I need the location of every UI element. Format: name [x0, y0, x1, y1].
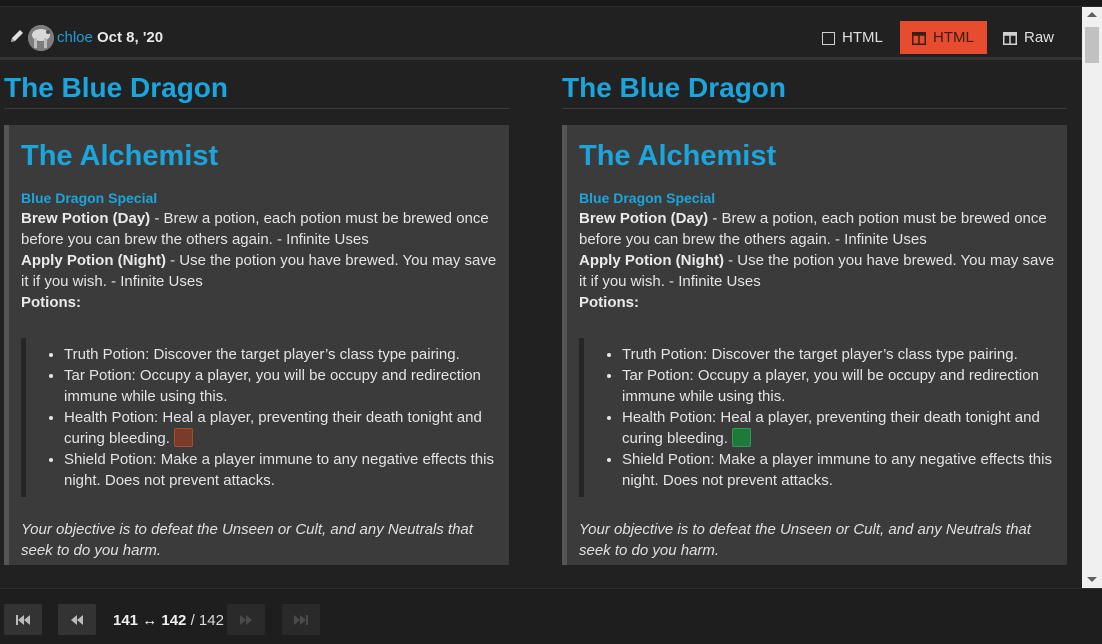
- revision-counter: 141 ↔ 142 / 142: [113, 612, 224, 629]
- ability-name: Apply Potion (Night): [21, 252, 166, 269]
- potions-heading: Potions:: [579, 294, 639, 311]
- role-title: The Alchemist: [579, 140, 777, 172]
- scroll-down-arrow-icon[interactable]: [1087, 577, 1097, 582]
- crown-emoji-icon: [173, 428, 193, 447]
- pencil-icon: [11, 30, 23, 42]
- potions-list: Truth Potion: Discover the target player…: [26, 344, 497, 491]
- list-item: Truth Potion: Discover the target player…: [64, 344, 497, 365]
- raw-view-label: Raw: [1024, 29, 1055, 46]
- first-revision-button[interactable]: [4, 604, 42, 635]
- role-card: The Alchemist Blue Dragon Special Brew P…: [562, 125, 1067, 565]
- square-icon: [822, 31, 835, 45]
- objective-text: Your objective is to defeat the Unseen o…: [21, 521, 473, 559]
- rewind-icon: [71, 614, 83, 625]
- html-view-label: HTML: [842, 29, 883, 46]
- fast-forward-icon: [240, 614, 252, 625]
- revision-separator: /: [190, 612, 195, 629]
- page-title: The Blue Dragon: [562, 57, 1067, 109]
- skip-first-icon: [16, 614, 30, 625]
- top-strip: [0, 0, 1102, 7]
- list-item: Health Potion: Heal a player, preventing…: [622, 407, 1055, 449]
- columns-icon: [1003, 31, 1017, 45]
- revision-date: Oct 8, '20: [97, 29, 164, 46]
- revision-arrow: ↔: [142, 612, 158, 629]
- objective-text: Your objective is to defeat the Unseen o…: [579, 521, 1031, 559]
- list-item: Shield Potion: Make a player immune to a…: [622, 449, 1055, 491]
- raw-view-button[interactable]: Raw: [1003, 21, 1054, 54]
- scroll-up-arrow-icon[interactable]: [1087, 12, 1097, 17]
- list-item: Shield Potion: Make a player immune to a…: [64, 449, 497, 491]
- scrollbar-thumb[interactable]: [1085, 27, 1099, 63]
- role-title: The Alchemist: [21, 140, 219, 172]
- page-title: The Blue Dragon: [4, 57, 509, 109]
- avatar[interactable]: [28, 25, 54, 51]
- list-item: Truth Potion: Discover the target player…: [622, 344, 1055, 365]
- previous-revision-button[interactable]: [58, 604, 96, 635]
- ability-name: Brew Potion (Day): [21, 210, 151, 227]
- ability-apply: Apply Potion (Night) - Use the potion yo…: [21, 250, 497, 292]
- html-view-button[interactable]: HTML: [822, 21, 883, 54]
- crown-emoji-icon: [731, 428, 751, 447]
- revision-total: 142: [198, 612, 224, 629]
- revision-to: 142: [161, 612, 187, 629]
- potions-list: Truth Potion: Discover the target player…: [584, 344, 1055, 491]
- potions-blockquote: Truth Potion: Discover the target player…: [579, 338, 1055, 497]
- ability-name: Brew Potion (Day): [579, 210, 709, 227]
- columns-icon: [912, 31, 926, 45]
- html-split-view-label: HTML: [933, 29, 974, 46]
- last-revision-button[interactable]: [282, 604, 320, 635]
- list-item: Tar Potion: Occupy a player, you will be…: [64, 365, 497, 407]
- ability-brew: Brew Potion (Day) - Brew a potion, each …: [21, 208, 497, 250]
- potions-blockquote: Truth Potion: Discover the target player…: [21, 338, 497, 497]
- special-label: Blue Dragon Special: [21, 190, 158, 206]
- previous-revision-column: The Blue Dragon The Alchemist Blue Drago…: [4, 57, 509, 565]
- role-card: The Alchemist Blue Dragon Special Brew P…: [4, 125, 509, 565]
- special-label: Blue Dragon Special: [579, 190, 716, 206]
- revision-header: chloe Oct 8, '20 HTML HTML Raw: [0, 7, 1082, 60]
- list-item: Health Potion: Heal a player, preventing…: [64, 407, 497, 449]
- author-link[interactable]: chloe: [57, 29, 93, 46]
- revision-from: 141: [113, 612, 139, 629]
- revision-pager: 141 ↔ 142 / 142: [0, 588, 1102, 644]
- vertical-scrollbar[interactable]: [1082, 7, 1102, 588]
- revision-view: chloe Oct 8, '20 HTML HTML Raw The Blue …: [0, 7, 1082, 588]
- next-revision-button[interactable]: [227, 604, 265, 635]
- current-revision-column: The Blue Dragon The Alchemist Blue Drago…: [562, 57, 1067, 565]
- ability-brew: Brew Potion (Day) - Brew a potion, each …: [579, 208, 1055, 250]
- skip-last-icon: [294, 614, 308, 625]
- list-item: Tar Potion: Occupy a player, you will be…: [622, 365, 1055, 407]
- ability-name: Apply Potion (Night): [579, 252, 724, 269]
- potions-heading: Potions:: [21, 294, 81, 311]
- html-split-view-button[interactable]: HTML: [900, 21, 987, 54]
- ability-apply: Apply Potion (Night) - Use the potion yo…: [579, 250, 1055, 292]
